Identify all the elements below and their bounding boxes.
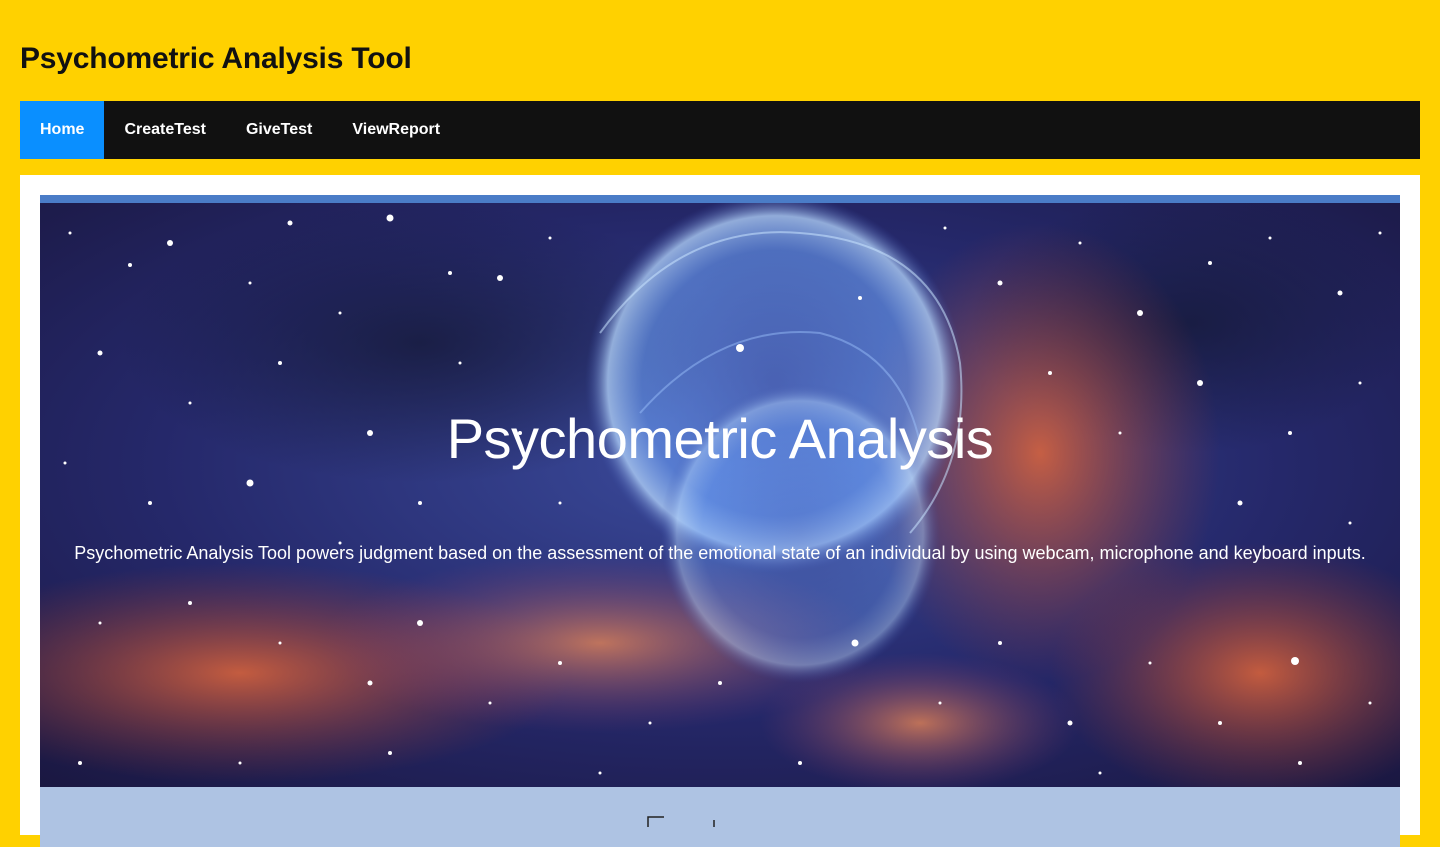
nebula-background-image xyxy=(40,203,1400,787)
hero-title: Psychometric Analysis xyxy=(446,407,994,470)
partial-heading-glyph xyxy=(647,816,715,827)
hero-banner: Psychometric Analysis Psychometric Analy… xyxy=(40,203,1400,787)
nav-give-test[interactable]: GiveTest xyxy=(226,101,332,159)
main-navbar: Home CreateTest GiveTest ViewReport xyxy=(20,101,1420,159)
nav-view-report[interactable]: ViewReport xyxy=(332,101,460,159)
nav-create-test[interactable]: CreateTest xyxy=(104,101,226,159)
lower-section-band xyxy=(40,787,1400,847)
content-card: Psychometric Analysis Psychometric Analy… xyxy=(20,175,1420,847)
hero-top-strip xyxy=(40,195,1400,203)
site-title: Psychometric Analysis Tool xyxy=(20,42,412,75)
hero-description: Psychometric Analysis Tool powers judgme… xyxy=(74,543,1366,563)
nav-home[interactable]: Home xyxy=(20,101,105,159)
